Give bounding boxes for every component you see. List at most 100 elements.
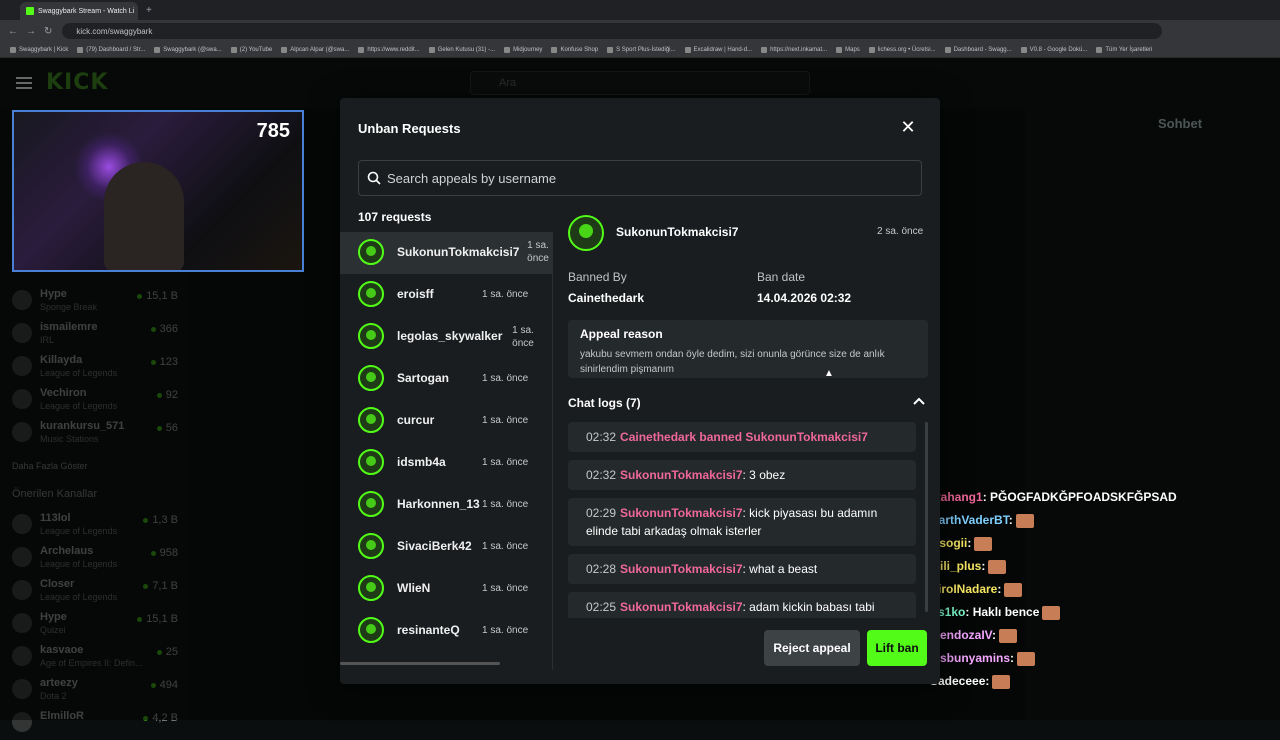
bookmark-label: S Sport Plus-İstediği... xyxy=(616,46,676,53)
bookmark-item[interactable]: https://www.reddit... xyxy=(358,46,420,53)
bookmark-label: lichess.org • Ücretsi... xyxy=(877,46,936,53)
log-user: Cainethedark banned SukonunTokmakcisi7 xyxy=(620,430,868,444)
list-scrollbar[interactable] xyxy=(340,662,500,665)
bookmark-label: Konfuse Shop xyxy=(560,46,599,53)
bookmark-label: V0.8 - Google Dokü... xyxy=(1029,46,1088,53)
bookmark-item[interactable]: https://next.inkamat... xyxy=(761,46,828,53)
request-list-item[interactable]: SivaciBerk42 1 sa. önce xyxy=(340,526,552,568)
avatar xyxy=(358,449,384,475)
chat-log-entry: 02:25 SukonunTokmakcisi7: adam kickin bab… xyxy=(568,592,916,618)
bookmark-item[interactable]: Konfuse Shop xyxy=(551,46,599,53)
avatar xyxy=(358,239,384,265)
bookmark-icon xyxy=(504,46,511,53)
log-user: SukonunTokmakcisi7 xyxy=(620,600,743,614)
appeal-reason-title: Appeal reason xyxy=(580,327,663,341)
webcam-overlay: 785 xyxy=(12,110,304,272)
appeals-search-input[interactable] xyxy=(387,170,887,186)
request-username: Harkonnen_13 xyxy=(397,497,480,511)
appeals-search-field[interactable] xyxy=(358,160,922,196)
bookmark-item[interactable]: Alpcan Alpar (@swa... xyxy=(281,46,350,53)
bookmark-label: Tüm Yer İşaretleri xyxy=(1105,46,1153,53)
bookmark-label: Excalidraw | Hand-d... xyxy=(693,46,753,53)
request-list-item[interactable]: eroisff 1 sa. önce xyxy=(340,274,552,316)
request-list-item[interactable]: Sartogan 1 sa. önce xyxy=(340,358,552,400)
mouse-cursor-icon: ▲ xyxy=(824,368,834,379)
chevron-up-icon[interactable] xyxy=(912,395,926,409)
bookmark-item[interactable]: (2) YouTube xyxy=(230,46,272,53)
bookmark-item[interactable]: S Sport Plus-İstediği... xyxy=(607,46,676,53)
log-user: SukonunTokmakcisi7 xyxy=(620,506,743,520)
modal-title: Unban Requests xyxy=(358,121,461,136)
log-time: 02:25 xyxy=(586,600,617,614)
request-list-item[interactable]: resinanteQ 1 sa. önce xyxy=(340,610,552,652)
bookmark-item[interactable]: Swaggybark | Kick xyxy=(10,46,68,53)
bookmark-icon xyxy=(281,46,288,53)
bookmark-item[interactable]: Excalidraw | Hand-d... xyxy=(684,46,753,53)
avatar xyxy=(358,491,384,517)
bookmark-icon xyxy=(551,46,558,53)
chat-username[interactable]: SiroINadare xyxy=(930,582,997,596)
log-text: : 3 obez xyxy=(742,468,786,482)
bookmark-icon xyxy=(428,46,435,53)
request-time: 1 sa. önce xyxy=(482,373,529,384)
bookmark-label: https://next.inkamat... xyxy=(770,46,828,53)
chat-username[interactable]: DarthVaderBT xyxy=(930,513,1009,527)
close-icon[interactable]: ✕ xyxy=(899,118,917,136)
url-input[interactable]: kick.com/swaggybark xyxy=(62,23,1163,39)
forward-icon[interactable]: → xyxy=(26,26,36,37)
chat-text: : xyxy=(981,559,986,573)
reject-appeal-button[interactable]: Reject appeal xyxy=(764,630,860,666)
back-icon[interactable]: ← xyxy=(8,26,18,37)
chat-message: alili_plus: xyxy=(930,559,1007,574)
bookmark-icon xyxy=(836,46,843,53)
log-user: SukonunTokmakcisi7 xyxy=(620,562,743,576)
request-list-item[interactable]: legolas_skywalker 1 sa. önce xyxy=(340,316,552,358)
request-list-item[interactable]: idsmb4a 1 sa. önce xyxy=(340,442,552,484)
chat-text: : xyxy=(992,628,997,642)
request-time: 1 sa. önce xyxy=(482,625,529,636)
chat-text: : xyxy=(1008,513,1013,527)
request-time: 1 sa. önce xyxy=(482,415,529,426)
bookmark-item[interactable]: Gelen Kutusu (31) -... xyxy=(428,46,495,53)
request-list-item[interactable]: SukonunTokmakcisi7 1 sa. önce xyxy=(340,232,552,274)
bookmark-icon xyxy=(607,46,614,53)
log-user: SukonunTokmakcisi7 xyxy=(620,468,743,482)
selected-user-avatar xyxy=(568,215,604,251)
bookmark-item[interactable]: Swaggybark (@swa... xyxy=(154,46,222,53)
chat-message: Ps1ko: Haklı bence xyxy=(930,605,1061,620)
bookmark-item[interactable]: (79) Dashboard / Str... xyxy=(77,46,145,53)
bookmark-icon xyxy=(230,46,237,53)
request-list: SukonunTokmakcisi7 1 sa. önce eroisff 1 sa.… xyxy=(340,232,553,670)
bookmark-item[interactable]: Tüm Yer İşaretleri xyxy=(1096,46,1153,53)
browser-tab-bar: Swaggybark Stream - Watch Li ✕ + xyxy=(0,0,1280,20)
selected-request-time: 2 sa. önce xyxy=(877,226,924,237)
chat-message: atahang1: PĞOGFADKĞPFOADSKFĞPSAD xyxy=(930,490,1177,504)
request-username: SukonunTokmakcisi7 xyxy=(397,245,520,259)
chat-message: DarthVaderBT: xyxy=(930,513,1034,528)
browser-tab[interactable]: Swaggybark Stream - Watch Li ✕ xyxy=(20,2,138,20)
request-time: 1 sa. önce xyxy=(482,541,529,552)
bookmark-item[interactable]: Midjourney xyxy=(504,46,543,53)
request-time: 1 sa. önce xyxy=(482,499,529,510)
bookmark-item[interactable]: lichess.org • Ücretsi... xyxy=(868,46,936,53)
bookmark-item[interactable]: Maps xyxy=(836,46,860,53)
bookmark-item[interactable]: V0.8 - Google Dokü... xyxy=(1020,46,1088,53)
chat-username[interactable]: lesbunyamins xyxy=(930,651,1010,665)
request-time: 1 sa. önce xyxy=(527,240,549,264)
request-list-item[interactable]: WlieN 1 sa. önce xyxy=(340,568,552,610)
bookmark-label: Alpcan Alpar (@swa... xyxy=(290,46,350,53)
chat-logs-scrollbar[interactable] xyxy=(925,422,928,612)
request-username: WlieN xyxy=(397,581,431,595)
reload-icon[interactable]: ↻ xyxy=(44,26,52,37)
banned-by-value: Cainethedark xyxy=(568,291,645,305)
request-list-item[interactable]: Harkonnen_13 1 sa. önce xyxy=(340,484,552,526)
avatar xyxy=(358,407,384,433)
bookmark-label: Midjourney xyxy=(513,46,543,53)
emote-icon xyxy=(1017,651,1036,666)
new-tab-icon[interactable]: + xyxy=(146,5,152,16)
bookmark-item[interactable]: Dashboard - Swagg... xyxy=(944,46,1012,53)
request-list-item[interactable]: curcur 1 sa. önce xyxy=(340,400,552,442)
bookmark-icon xyxy=(154,46,161,53)
lift-ban-button[interactable]: Lift ban xyxy=(867,630,927,666)
bookmark-label: Dashboard - Swagg... xyxy=(953,46,1012,53)
